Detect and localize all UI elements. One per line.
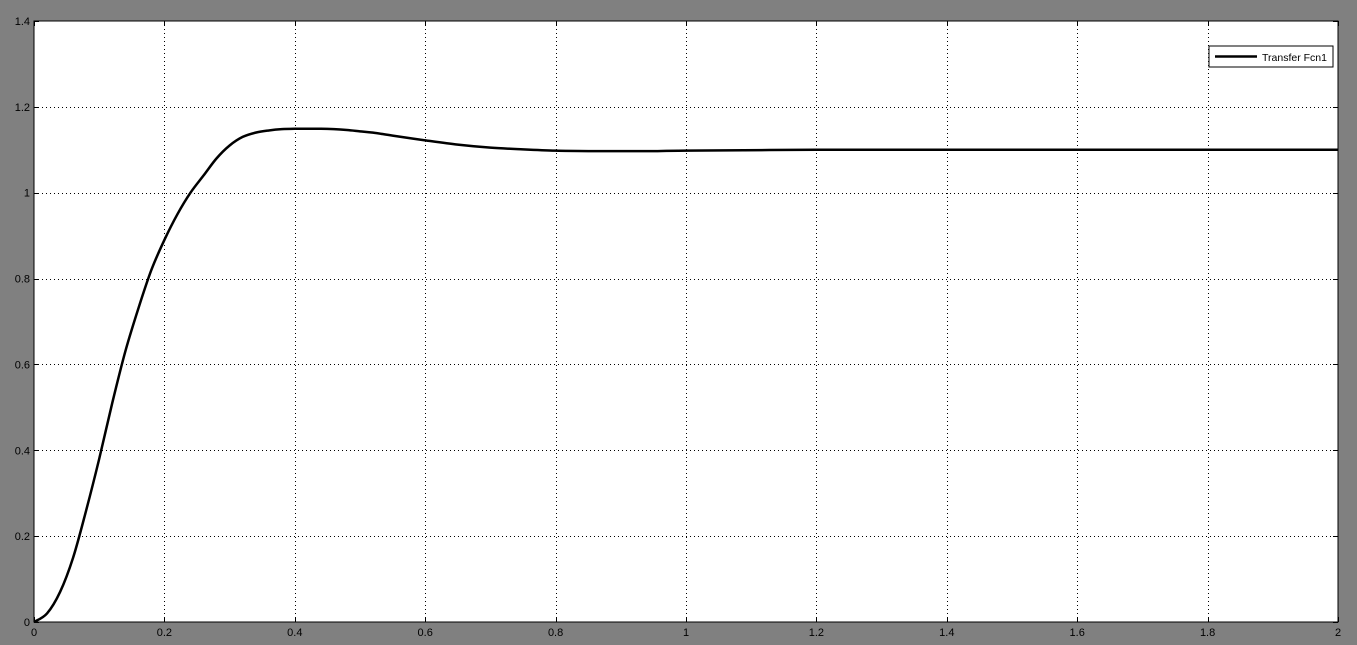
x-tick-label: 1.8	[1200, 627, 1215, 639]
x-tick-label: 0	[31, 627, 37, 639]
x-tick-label: 1	[683, 627, 689, 639]
x-tick-label: 0.4	[287, 627, 302, 639]
y-tick-label: 0	[24, 617, 30, 629]
y-tick-label: 0.8	[15, 274, 30, 286]
x-tick-label: 0.2	[157, 627, 172, 639]
x-tick-label: 1.4	[939, 627, 954, 639]
y-tick-label: 0.4	[15, 445, 30, 457]
x-tick-labels: 0 0.2 0.4 0.6 0.8 1 1.2 1.4 1.6 1.8 2	[31, 627, 1341, 639]
x-tick-label: 1.2	[809, 627, 824, 639]
x-tick-label: 0.8	[548, 627, 563, 639]
figure: 0 0.2 0.4 0.6 0.8 1 1.2 1.4 1.6 1.8 2 0 0.2 0.4 0.6 0.…	[15, 16, 1341, 639]
y-tick-labels: 0 0.2 0.4 0.6 0.8 1 1.2 1.4	[15, 16, 30, 629]
y-tick-label: 1	[24, 188, 30, 200]
y-tick-label: 1.2	[15, 102, 30, 114]
y-tick-label: 1.4	[15, 16, 30, 28]
x-tick-label: 2	[1335, 627, 1341, 639]
y-tick-label: 0.2	[15, 531, 30, 543]
legend[interactable]: Transfer Fcn1	[1208, 45, 1334, 68]
legend-label: Transfer Fcn1	[1262, 52, 1327, 64]
x-tick-label: 1.6	[1070, 627, 1085, 639]
y-tick-label: 0.6	[15, 359, 30, 371]
x-tick-label: 0.6	[418, 627, 433, 639]
